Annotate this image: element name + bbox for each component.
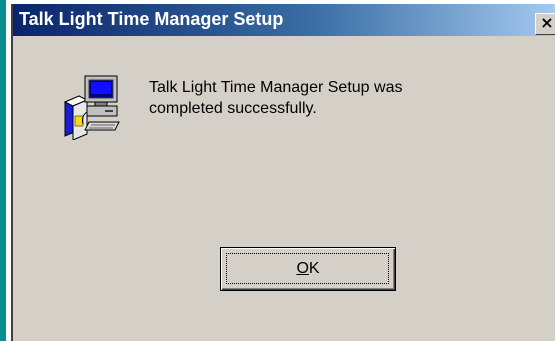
computer-setup-icon <box>63 75 120 140</box>
close-icon: × <box>540 13 554 32</box>
setup-dialog: Talk Light Time Manager Setup × Talk Lig… <box>11 4 555 341</box>
ok-button[interactable]: OK <box>220 247 396 291</box>
title-bar[interactable]: Talk Light Time Manager Setup × <box>13 4 555 36</box>
close-button[interactable]: × <box>535 13 555 35</box>
desktop-edge <box>0 0 6 341</box>
completion-message: Talk Light Time Manager Setup was comple… <box>149 77 509 119</box>
screen: Talk Light Time Manager Setup × Talk Lig… <box>0 0 555 341</box>
window-title: Talk Light Time Manager Setup <box>19 9 284 29</box>
ok-label-rest: K <box>308 260 320 277</box>
ok-mnemonic: O <box>296 260 309 277</box>
message-line-1: Talk Light Time Manager Setup was <box>149 79 403 96</box>
message-line-2: completed successfully. <box>149 100 317 117</box>
ok-button-label: OK <box>221 248 395 290</box>
